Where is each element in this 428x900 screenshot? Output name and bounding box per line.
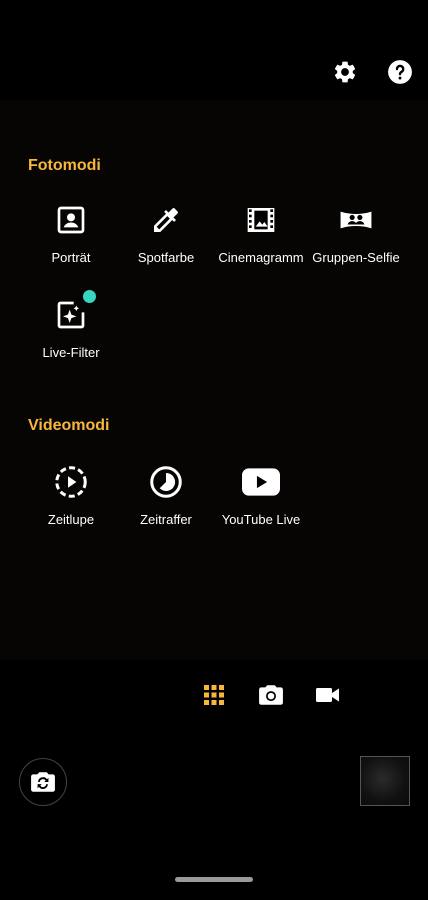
home-indicator[interactable] — [175, 877, 253, 882]
video-camera-icon[interactable] — [313, 680, 343, 710]
modes-panel — [0, 100, 428, 660]
mode-live-filter[interactable]: Live-Filter — [23, 295, 119, 360]
mode-label: Porträt — [51, 250, 91, 265]
film-icon — [213, 200, 309, 240]
mode-label: Live-Filter — [42, 345, 100, 360]
mode-label: Zeitlupe — [47, 512, 95, 527]
mode-spotfarbe[interactable]: Spotfarbe — [118, 200, 214, 265]
flip-camera-button[interactable] — [19, 758, 67, 806]
grid-icon[interactable] — [199, 680, 229, 710]
gear-icon[interactable] — [330, 57, 360, 87]
mode-zeitlupe[interactable]: Zeitlupe — [23, 462, 119, 527]
gallery-thumbnail[interactable] — [360, 756, 410, 806]
mode-zeitraffer[interactable]: Zeitraffer — [118, 462, 214, 527]
mode-cinemagramm[interactable]: Cinemagramm — [213, 200, 309, 265]
mode-label: Gruppen-Selfie — [312, 250, 400, 265]
help-icon[interactable] — [385, 57, 415, 87]
new-indicator-dot — [83, 290, 96, 303]
sparkle-filter-icon — [23, 295, 119, 335]
slow-motion-icon — [23, 462, 119, 502]
timelapse-icon — [118, 462, 214, 502]
mode-label: Spotfarbe — [137, 250, 195, 265]
eyedropper-icon — [118, 200, 214, 240]
mode-label: Zeitraffer — [140, 512, 192, 527]
camera-icon[interactable] — [256, 680, 286, 710]
mode-portrait[interactable]: Porträt — [23, 200, 119, 265]
photo-modes-title: Fotomodi — [28, 157, 101, 174]
youtube-icon — [213, 462, 309, 502]
mode-label: YouTube Live — [221, 512, 301, 527]
flip-camera-icon — [30, 770, 56, 794]
portrait-icon — [23, 200, 119, 240]
mode-gruppen-selfie[interactable]: Gruppen-Selfie — [308, 200, 404, 265]
top-bar — [0, 0, 428, 100]
mode-label: Cinemagramm — [218, 250, 304, 265]
video-modes-title: Videomodi — [28, 417, 110, 434]
mode-youtube-live[interactable]: YouTube Live — [213, 462, 309, 527]
group-icon — [308, 200, 404, 240]
